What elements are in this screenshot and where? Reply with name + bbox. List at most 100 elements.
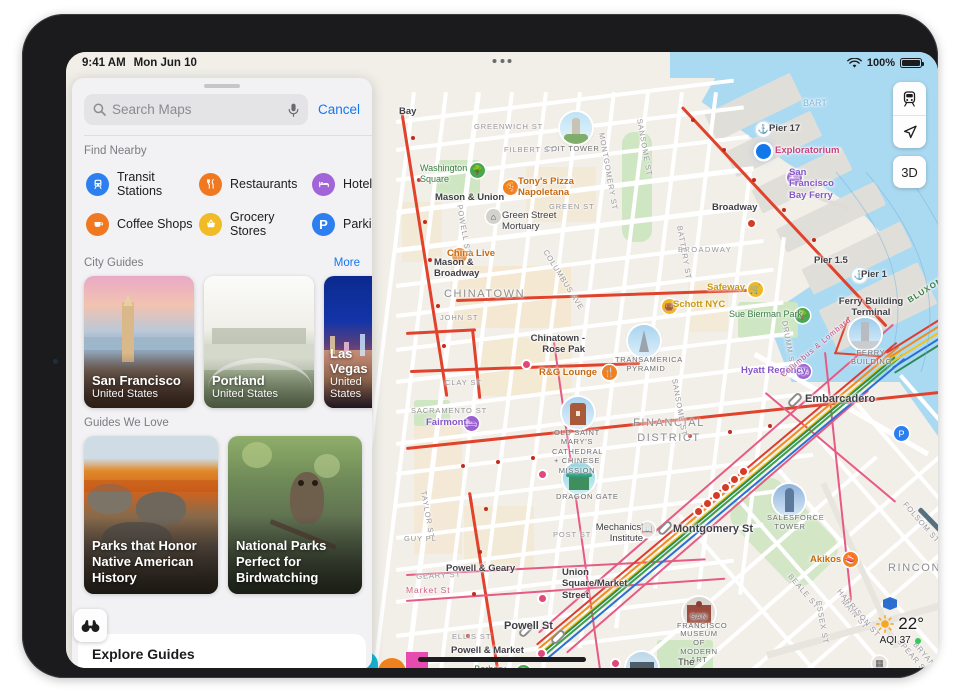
find-nearby-header: Find Nearby bbox=[72, 136, 372, 164]
guide-card[interactable]: National Parks Perfect for Birdwatching bbox=[228, 436, 362, 594]
device-screen: 🍕 🍴 🌳 ⌂ 🛒 👜 🌳 ⛴ 🍴 🛏 🛏 📖 🍣 P 🌳 🌳 ⚓ ⚓ ▦ CH… bbox=[66, 52, 938, 668]
nearby-item-parking[interactable]: P Parking bbox=[312, 210, 372, 238]
wifi-icon bbox=[846, 57, 862, 68]
landmark-pin-salesforce-tower[interactable] bbox=[773, 484, 805, 516]
search-icon bbox=[93, 103, 106, 116]
three-d-toggle-button[interactable]: 3D bbox=[893, 156, 926, 188]
poi-pin-restaurant[interactable]: 🍕 bbox=[503, 180, 518, 195]
map-control-stack bbox=[893, 82, 926, 148]
transit-station-marker[interactable] bbox=[610, 658, 621, 668]
poi-pin-shop[interactable]: 👜 bbox=[662, 299, 677, 314]
nearby-label: Parking bbox=[343, 217, 372, 231]
landmark-pin-dragon-gate[interactable] bbox=[563, 462, 595, 494]
transit-station-marker[interactable] bbox=[537, 593, 548, 604]
nearby-item-grocery-stores[interactable]: Grocery Stores bbox=[199, 210, 312, 238]
nearby-item-coffee-shops[interactable]: Coffee Shops bbox=[86, 210, 199, 238]
basket-icon bbox=[199, 212, 222, 236]
landmark-pin-old-saint-marys[interactable] bbox=[562, 397, 594, 429]
cancel-button[interactable]: Cancel bbox=[318, 102, 360, 117]
poi-pin-institute[interactable]: 📖 bbox=[640, 522, 655, 537]
poi-pin-restaurant[interactable]: 🍣 bbox=[843, 552, 858, 567]
multitasking-menu-button[interactable] bbox=[492, 59, 512, 63]
search-panel: Search Maps Cancel Find Nearby Transit S… bbox=[72, 78, 372, 668]
nearby-item-hotels[interactable]: Hotels bbox=[312, 170, 372, 198]
poi-pin-park[interactable]: 🌳 bbox=[795, 308, 810, 323]
poi-pin-pier[interactable]: ⚓ bbox=[756, 122, 771, 137]
landmark-pin-coit-tower[interactable] bbox=[560, 112, 592, 144]
status-bar: 9:41 AM Mon Jun 10 100% bbox=[66, 52, 938, 74]
poi-pin-park[interactable]: 🌳 bbox=[470, 163, 485, 178]
poi-pin-hotel[interactable]: 🛏 bbox=[796, 364, 811, 379]
nearby-label: Hotels bbox=[343, 177, 372, 191]
landmark-pin-sfmoma[interactable] bbox=[683, 597, 715, 629]
poi-pin-grocery[interactable]: 🛒 bbox=[748, 282, 763, 297]
user-location-dot bbox=[756, 144, 771, 159]
nearby-label: Restaurants bbox=[230, 177, 298, 191]
transit-station-marker[interactable] bbox=[537, 469, 548, 480]
city-name: San Francisco bbox=[92, 372, 181, 388]
battery-icon bbox=[900, 58, 924, 68]
nearby-item-restaurants[interactable]: Restaurants bbox=[199, 170, 312, 198]
card-caption: Las Vegas United States bbox=[330, 347, 372, 400]
transit-map-button[interactable] bbox=[893, 82, 926, 115]
panel-grabber-handle[interactable] bbox=[204, 84, 240, 88]
navigation-arrow-icon bbox=[903, 125, 917, 139]
ipad-device-frame: 🍕 🍴 🌳 ⌂ 🛒 👜 🌳 ⛴ 🍴 🛏 🛏 📖 🍣 P 🌳 🌳 ⚓ ⚓ ▦ CH… bbox=[22, 14, 938, 678]
weather-widget[interactable]: 22° AQI 37 bbox=[876, 614, 924, 646]
city-guides-more-button[interactable]: More bbox=[334, 257, 360, 269]
look-around-button[interactable] bbox=[74, 609, 107, 642]
guides-we-love-title: Guides We Love bbox=[84, 417, 169, 429]
search-row: Search Maps Cancel bbox=[72, 92, 372, 135]
nearby-label: Grocery Stores bbox=[230, 210, 275, 238]
train-icon bbox=[903, 90, 916, 107]
poi-pin-ferry[interactable]: ⛴ bbox=[787, 170, 802, 185]
weather-temperature: 22° bbox=[898, 614, 924, 633]
card-caption: San Francisco United States bbox=[92, 372, 188, 400]
nearby-label: Transit Stations bbox=[117, 170, 163, 198]
air-quality-label: AQI 37 bbox=[879, 635, 911, 646]
city-guides-header: City Guides More bbox=[72, 248, 372, 276]
city-name: Portland bbox=[212, 372, 265, 388]
poi-pin-hotel[interactable]: 🛏 bbox=[464, 416, 479, 431]
guide-title: National Parks Perfect for Birdwatching bbox=[236, 538, 327, 586]
transit-station-marker[interactable] bbox=[746, 218, 757, 229]
guide-card[interactable]: Parks that Honor Native American History bbox=[84, 436, 218, 594]
coffee-cup-icon bbox=[86, 212, 109, 236]
explore-guides-section[interactable]: Explore Guides bbox=[78, 634, 366, 668]
guides-we-love-carousel[interactable]: Parks that Honor Native American History… bbox=[72, 436, 372, 594]
fork-knife-icon bbox=[199, 172, 222, 196]
city-guide-card[interactable]: Portland United States bbox=[204, 276, 314, 408]
poi-pin-moscone[interactable]: ▦ bbox=[872, 656, 887, 668]
find-nearby-title: Find Nearby bbox=[84, 145, 147, 157]
battery-percent-label: 100% bbox=[866, 57, 895, 69]
poi-pin-restaurant[interactable]: 🍴 bbox=[452, 248, 467, 263]
city-guide-card[interactable]: San Francisco United States bbox=[84, 276, 194, 408]
search-input[interactable]: Search Maps bbox=[84, 94, 308, 125]
home-indicator[interactable] bbox=[418, 657, 586, 662]
nearby-label: Coffee Shops bbox=[117, 217, 193, 231]
parking-icon: P bbox=[312, 212, 335, 236]
microphone-icon[interactable] bbox=[288, 103, 299, 117]
city-name: Las Vegas bbox=[330, 346, 368, 376]
landmark-pin-transamerica[interactable] bbox=[628, 325, 660, 357]
poi-pin-restaurant[interactable]: 🍴 bbox=[602, 365, 617, 380]
bed-icon bbox=[312, 172, 335, 196]
poi-pin-parking[interactable]: P bbox=[894, 426, 909, 441]
status-time: 9:41 AM bbox=[82, 57, 126, 69]
city-guides-title: City Guides bbox=[84, 257, 144, 269]
city-country: United States bbox=[92, 388, 159, 400]
transit-station-marker[interactable] bbox=[521, 359, 532, 370]
bay-contour-lines bbox=[835, 172, 938, 372]
current-location-button[interactable] bbox=[893, 115, 926, 148]
status-date: Mon Jun 10 bbox=[133, 57, 197, 69]
card-caption: Portland United States bbox=[212, 372, 308, 400]
camera-dot bbox=[53, 359, 58, 364]
city-country: United States bbox=[330, 376, 362, 400]
city-guide-card[interactable]: Las Vegas United States bbox=[324, 276, 372, 408]
aqi-status-dot bbox=[914, 637, 921, 644]
search-placeholder: Search Maps bbox=[112, 102, 192, 117]
city-guides-carousel[interactable]: San Francisco United States Portland Uni… bbox=[72, 276, 372, 408]
poi-pin-mortuary[interactable]: ⌂ bbox=[486, 209, 501, 224]
nearby-item-transit-stations[interactable]: Transit Stations bbox=[86, 170, 199, 198]
explore-guides-title: Explore Guides bbox=[92, 646, 195, 662]
